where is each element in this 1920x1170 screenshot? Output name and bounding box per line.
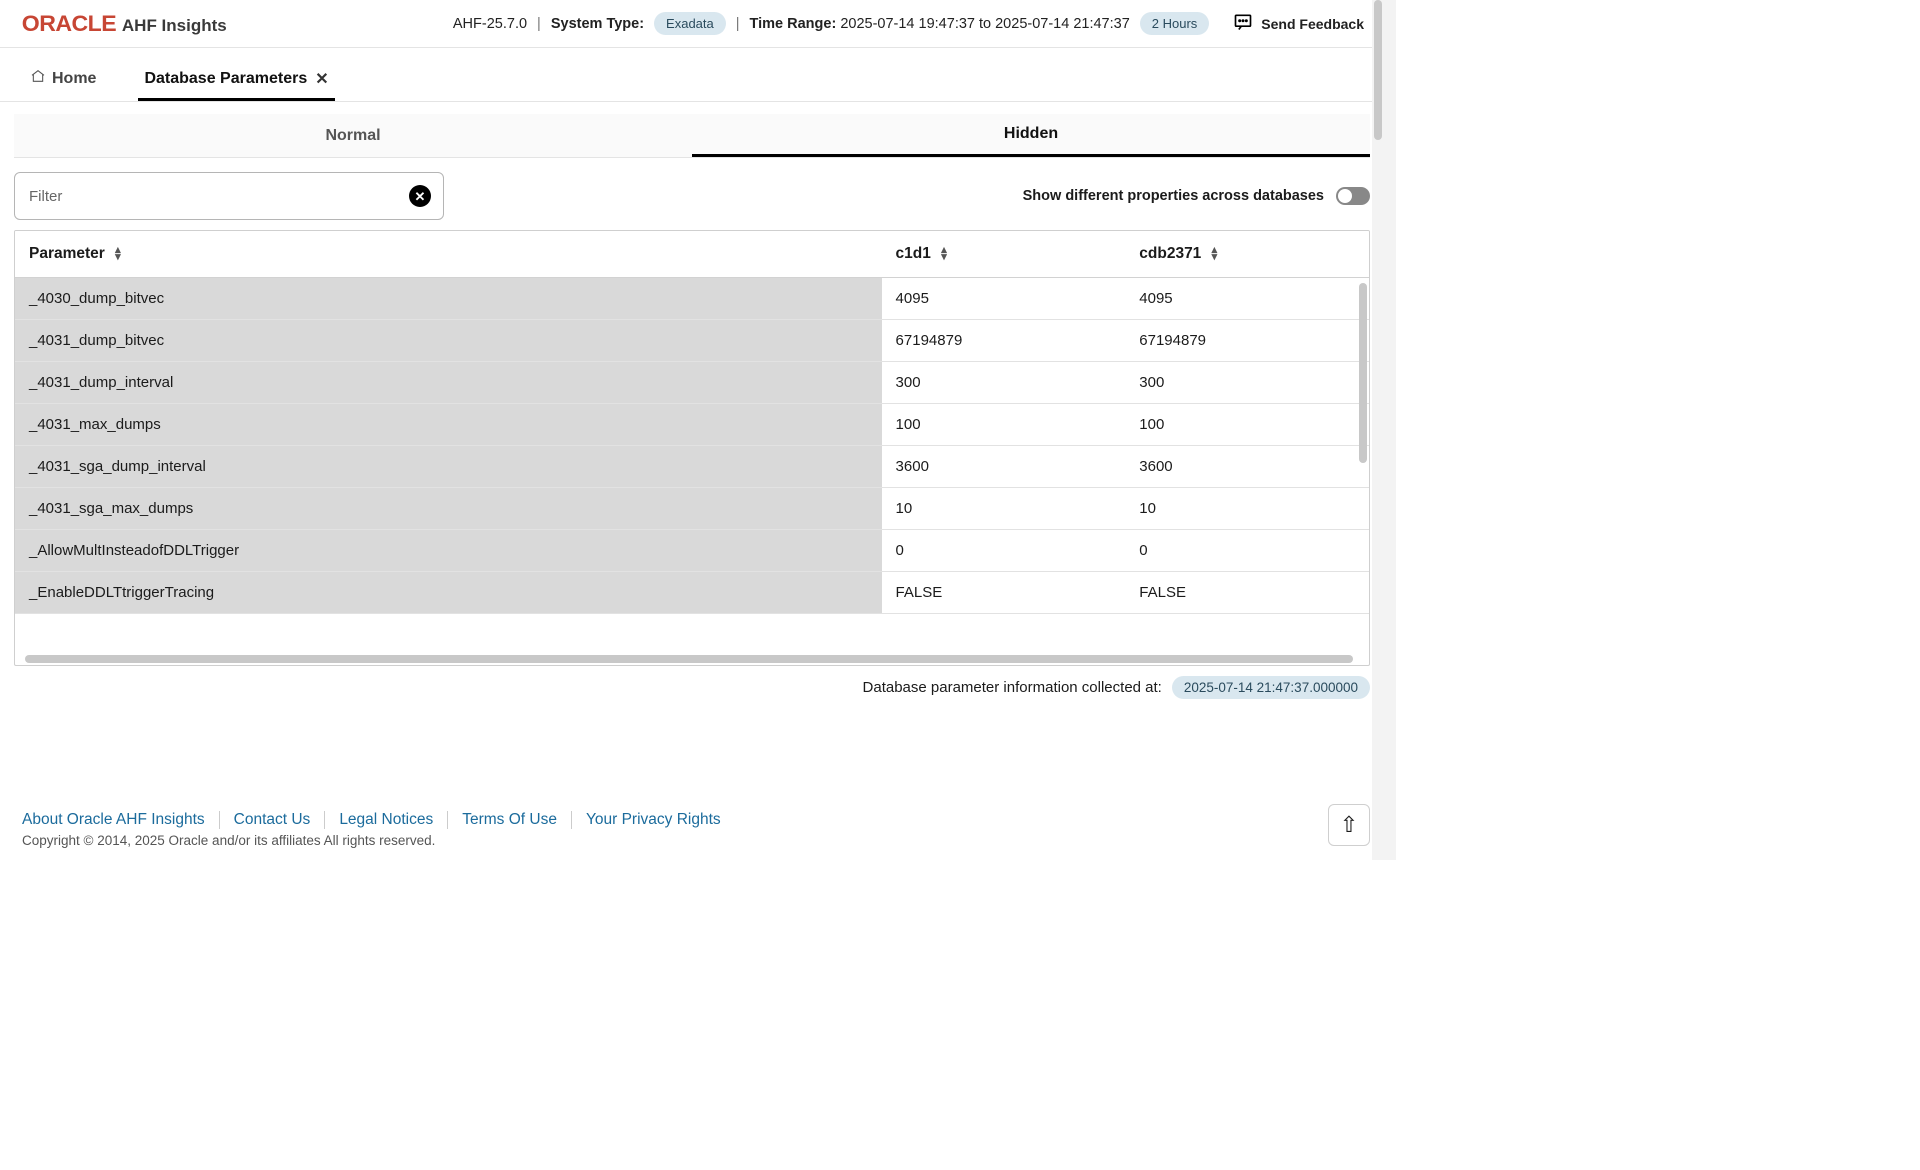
copyright: Copyright © 2014, 2025 Oracle and/or its…	[22, 833, 1362, 848]
value-cell: FALSE	[1125, 572, 1369, 614]
value-cell: 300	[882, 362, 1126, 404]
param-cell: _EnableDDLTtriggerTracing	[15, 572, 882, 614]
filter-input[interactable]	[29, 188, 409, 205]
value-cell: 67194879	[1125, 320, 1369, 362]
duration-badge: 2 Hours	[1140, 12, 1210, 35]
col-header-parameter-label: Parameter	[29, 245, 105, 262]
footer-link[interactable]: Your Privacy Rights	[586, 811, 735, 829]
footer-links: About Oracle AHF Insights Contact Us Legal…	[22, 811, 1362, 829]
table-row: _4031_max_dumps100100	[15, 404, 1369, 446]
subtab-bar: Normal Hidden	[14, 114, 1370, 158]
footer-link[interactable]: Legal Notices	[339, 811, 448, 829]
table-row: _AllowMultInsteadofDDLTrigger00	[15, 530, 1369, 572]
clear-filter-icon[interactable]: ✕	[409, 185, 431, 207]
value-cell: 3600	[1125, 446, 1369, 488]
collected-at-timestamp: 2025-07-14 21:47:37.000000	[1172, 676, 1370, 699]
feedback-icon	[1233, 12, 1253, 35]
table-row: _4031_dump_interval300300	[15, 362, 1369, 404]
system-type-label: System Type:	[551, 16, 644, 32]
value-cell: 300	[1125, 362, 1369, 404]
table-horizontal-scrollbar[interactable]	[25, 655, 1353, 663]
subtab-hidden[interactable]: Hidden	[692, 114, 1370, 157]
footer: About Oracle AHF Insights Contact Us Legal…	[22, 811, 1362, 848]
sort-icon: ▴▾	[941, 247, 947, 261]
value-cell: 10	[882, 488, 1126, 530]
product-name: AHF Insights	[122, 16, 227, 36]
separator: |	[736, 16, 740, 32]
system-type-badge: Exadata	[654, 12, 726, 35]
sort-icon: ▴▾	[115, 247, 121, 261]
send-feedback-button[interactable]: Send Feedback	[1233, 12, 1364, 35]
collected-at-label: Database parameter information collected…	[863, 679, 1162, 696]
footer-link[interactable]: Contact Us	[234, 811, 326, 829]
time-range-label: Time Range:	[750, 16, 837, 32]
param-cell: _4031_dump_bitvec	[15, 320, 882, 362]
param-cell: _AllowMultInsteadofDDLTrigger	[15, 530, 882, 572]
col-header-cdb2371-label: cdb2371	[1139, 245, 1201, 262]
tab-db-params-label: Database Parameters	[144, 70, 307, 88]
filter-box: ✕	[14, 172, 444, 220]
table-row: _4031_sga_max_dumps1010	[15, 488, 1369, 530]
arrow-up-icon: ⇧	[1340, 812, 1358, 838]
scrollbar-thumb[interactable]	[1374, 0, 1382, 140]
value-cell: 0	[882, 530, 1126, 572]
value-cell: 4095	[882, 278, 1126, 320]
col-header-cdb2371[interactable]: cdb2371 ▴▾	[1125, 231, 1369, 278]
table-header-row: Parameter ▴▾ c1d1 ▴▾ cdb2371 ▴▾	[15, 231, 1369, 278]
value-cell: 10	[1125, 488, 1369, 530]
close-icon[interactable]: ✕	[315, 69, 328, 89]
tab-database-parameters[interactable]: Database Parameters ✕	[138, 69, 334, 101]
value-cell: 3600	[882, 446, 1126, 488]
table-row: _EnableDDLTtriggerTracingFALSEFALSE	[15, 572, 1369, 614]
table-row: _4031_dump_bitvec6719487967194879	[15, 320, 1369, 362]
col-header-parameter[interactable]: Parameter ▴▾	[15, 231, 882, 278]
param-cell: _4031_max_dumps	[15, 404, 882, 446]
brand: ORACLE AHF Insights	[24, 11, 227, 37]
ahf-version: AHF-25.7.0	[453, 16, 527, 32]
table-vertical-scrollbar[interactable]	[1359, 283, 1367, 463]
send-feedback-label: Send Feedback	[1261, 16, 1364, 32]
footer-link[interactable]: Terms Of Use	[462, 811, 572, 829]
value-cell: 4095	[1125, 278, 1369, 320]
sort-icon: ▴▾	[1212, 247, 1218, 261]
oracle-logo: ORACLE	[22, 11, 116, 37]
table-row: _4030_dump_bitvec40954095	[15, 278, 1369, 320]
header-meta: AHF-25.7.0 | System Type: Exadata | Time…	[453, 12, 1364, 35]
time-range-value: 2025-07-14 19:47:37 to 2025-07-14 21:47:…	[840, 16, 1129, 32]
collected-at-bar: Database parameter information collected…	[14, 676, 1370, 699]
tab-home-label: Home	[52, 70, 96, 88]
diff-toggle-wrap: Show different properties across databas…	[1023, 187, 1370, 205]
col-header-c1d1-label: c1d1	[896, 245, 931, 262]
param-cell: _4031_sga_max_dumps	[15, 488, 882, 530]
db-params-table: Parameter ▴▾ c1d1 ▴▾ cdb2371 ▴▾ _4030_du…	[15, 231, 1369, 614]
param-cell: _4031_dump_interval	[15, 362, 882, 404]
separator: |	[537, 16, 541, 32]
table-row: _4031_sga_dump_interval36003600	[15, 446, 1369, 488]
value-cell: 100	[882, 404, 1126, 446]
value-cell: 67194879	[882, 320, 1126, 362]
db-params-table-wrap: Parameter ▴▾ c1d1 ▴▾ cdb2371 ▴▾ _4030_du…	[14, 230, 1370, 666]
subtab-normal[interactable]: Normal	[14, 114, 692, 157]
scroll-to-top-button[interactable]: ⇧	[1328, 804, 1370, 846]
tab-home[interactable]: Home	[24, 68, 102, 101]
nav-tab-strip: Home Database Parameters ✕	[0, 48, 1384, 102]
param-cell: _4031_sga_dump_interval	[15, 446, 882, 488]
top-header: ORACLE AHF Insights AHF-25.7.0 | System …	[0, 0, 1384, 48]
diff-toggle-switch[interactable]	[1336, 187, 1370, 205]
table-body: _4030_dump_bitvec40954095_4031_dump_bitv…	[15, 278, 1369, 614]
page-vertical-scrollbar[interactable]	[1372, 0, 1384, 860]
value-cell: FALSE	[882, 572, 1126, 614]
footer-link[interactable]: About Oracle AHF Insights	[22, 811, 220, 829]
col-header-c1d1[interactable]: c1d1 ▴▾	[882, 231, 1126, 278]
value-cell: 0	[1125, 530, 1369, 572]
filter-row: ✕ Show different properties across datab…	[14, 172, 1370, 220]
home-icon	[30, 68, 46, 89]
diff-toggle-label: Show different properties across databas…	[1023, 188, 1324, 204]
value-cell: 100	[1125, 404, 1369, 446]
param-cell: _4030_dump_bitvec	[15, 278, 882, 320]
